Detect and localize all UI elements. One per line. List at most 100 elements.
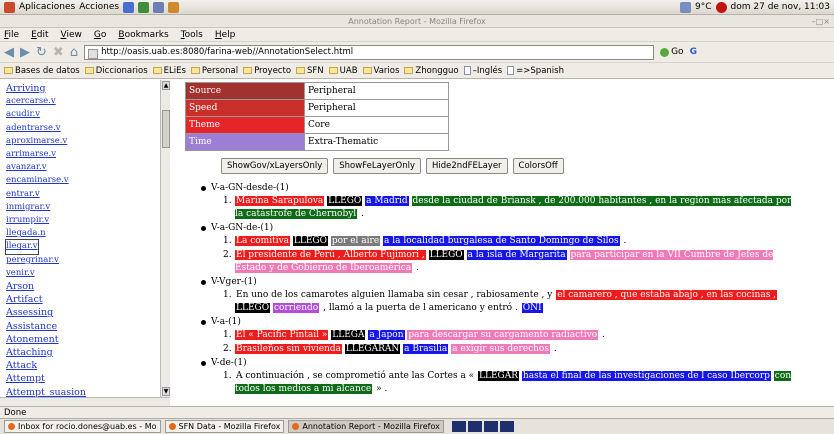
frame-list-link[interactable]: inmigrar.v <box>6 201 156 214</box>
menu-file[interactable]: File <box>4 28 19 41</box>
plain-segment: . <box>416 263 419 273</box>
actions-menu[interactable]: Acciones <box>79 2 119 12</box>
launcher-icon[interactable] <box>168 1 180 13</box>
plain-segment: . <box>361 209 364 219</box>
folder-icon <box>328 67 338 74</box>
frame-list-link[interactable]: Attempt_suasion <box>6 386 156 397</box>
fe-segment: LLEGARÁN <box>344 344 401 354</box>
fe-segment: LLEGÓ <box>428 250 464 260</box>
scroll-down-icon[interactable]: ▼ <box>162 387 170 396</box>
bookmark-folder[interactable]: Zhongguo <box>404 66 459 76</box>
window-controls-icon[interactable]: –□× <box>812 15 830 28</box>
frame-list-link[interactable]: acercarse.v <box>6 95 156 108</box>
frame-list-link[interactable]: Arson <box>6 280 156 293</box>
launcher-icon[interactable] <box>153 1 165 13</box>
frame-list-link[interactable]: peregrinar.v <box>6 254 156 267</box>
frame-list-link[interactable]: Assistance <box>6 320 156 333</box>
bookmark-link[interactable]: =>Spanish <box>507 66 564 76</box>
search-engine-icon[interactable]: G <box>690 47 697 57</box>
fe-segment: a exigir sus derechos <box>451 344 550 354</box>
frame-list-link[interactable]: Attack <box>6 359 156 372</box>
plain-segment: » . <box>376 384 388 394</box>
clock[interactable]: dom 27 de nov, 11:03 <box>731 2 834 12</box>
sidebar-horizontal-scrollbar[interactable] <box>0 397 170 406</box>
launcher-icon[interactable] <box>123 1 135 13</box>
go-button[interactable]: Go <box>660 47 684 57</box>
frame-list-link[interactable]: entrar.v <box>6 188 156 201</box>
sentence-number: 2. <box>223 250 232 260</box>
bookmark-folder[interactable]: Personal <box>190 66 238 76</box>
frame-list-link[interactable]: llegada.n <box>6 227 156 240</box>
frame-list-link[interactable]: Assessing <box>6 306 156 319</box>
thunderbird-icon <box>8 423 15 430</box>
taskbar-button[interactable]: Inbox for rocio.dones@uab.es - Mo <box>4 420 161 433</box>
folder-icon <box>243 67 253 74</box>
frame-list-link[interactable]: Atonement <box>6 333 156 346</box>
frame-list-link[interactable]: venir.v <box>6 267 156 280</box>
folder-icon <box>84 67 94 74</box>
workspace-switcher[interactable] <box>451 421 514 432</box>
forward-icon[interactable]: ▶ <box>20 46 30 59</box>
sidebar-scrollbar[interactable]: ▲ ▼ <box>160 80 170 397</box>
frame-list: Arriving acercarse.v acudir.v adentrarse.v a… <box>5 82 156 397</box>
bookmark-folder[interactable]: Varios <box>362 66 399 76</box>
frame-list-link[interactable]: aproximarse.v <box>6 135 156 148</box>
sentence-number: 1. <box>223 236 232 246</box>
fe-row: Theme Core <box>185 116 449 134</box>
frame-list-link[interactable]: avanzar.v <box>6 161 156 174</box>
fe-type: Extra-Thematic <box>304 133 449 151</box>
frame-list-link[interactable]: irrumpir.v <box>6 214 156 227</box>
launcher-icon[interactable] <box>138 1 150 13</box>
fe-segment: ONI <box>521 303 543 313</box>
plain-segment: . <box>623 236 627 246</box>
bookmark-folder[interactable]: ELiEs <box>152 66 186 76</box>
top-panel: Aplicaciones Acciones 9°C dom 27 de nov,… <box>0 0 834 15</box>
folder-icon <box>4 67 13 74</box>
frame-list-link[interactable]: Attempt <box>6 372 156 385</box>
frame-list-link[interactable]: llegar.v <box>5 239 39 255</box>
sentence-list: 1. Marina Sarapulova LLEGÓ a Madrid desde… <box>223 195 801 221</box>
plain-segment: . <box>553 344 557 354</box>
menu-edit[interactable]: Edit <box>31 28 48 41</box>
frame-list-link[interactable]: adentrarse.v <box>6 122 156 135</box>
annotated-sentence: 1. La comitiva LLEGÓ por el aire a la loc… <box>223 235 801 248</box>
bookmark-folder[interactable]: Diccionarios <box>84 66 148 76</box>
back-icon[interactable]: ◀ <box>4 46 14 59</box>
reload-icon[interactable]: ↻ <box>36 46 47 59</box>
bookmark-folder[interactable]: Bases de datos <box>4 66 80 76</box>
show-gov-layers-button[interactable]: ShowGov/xLayersOnly <box>221 158 329 174</box>
scrollbar-thumb[interactable] <box>162 110 170 148</box>
scroll-up-icon[interactable]: ▲ <box>162 81 170 90</box>
menu-go[interactable]: Go <box>94 28 107 41</box>
frame-list-link[interactable]: Artifact <box>6 293 156 306</box>
url-bar[interactable]: http://oasis.uab.es:8080/farina-web//Ann… <box>84 44 655 60</box>
menu-tools[interactable]: Tools <box>181 28 203 41</box>
fe-name: Time <box>185 133 305 151</box>
frame-list-link[interactable]: Arriving <box>6 82 156 95</box>
bookmark-link[interactable]: –Inglés <box>463 66 502 76</box>
fe-segment: LLEGÓ <box>292 236 328 246</box>
show-fe-layer-button[interactable]: ShowFeLayerOnly <box>333 158 422 174</box>
stop-icon[interactable]: ✖ <box>53 46 64 59</box>
frame-list-link[interactable]: Attaching <box>6 346 156 359</box>
hide-2nd-fe-layer-button[interactable]: Hide2ndFELayer <box>426 158 508 174</box>
bookmark-folder[interactable]: Proyecto <box>243 66 291 76</box>
menu-view[interactable]: View <box>61 28 82 41</box>
frame-list-link[interactable]: arrimarse.v <box>6 148 156 161</box>
applications-menu[interactable]: Aplicaciones <box>19 2 75 12</box>
taskbar-button[interactable]: SFN Data - Mozilla Firefox <box>164 420 285 433</box>
bookmark-folder[interactable]: SFN <box>296 66 324 76</box>
annotated-sentence: 1. A continuación , se comprometió ante l… <box>223 370 801 396</box>
colors-off-button[interactable]: ColorsOff <box>512 158 564 174</box>
menu-bookmarks[interactable]: Bookmarks <box>118 28 168 41</box>
frame-list-link[interactable]: acudir.v <box>6 108 156 121</box>
frame-list-link[interactable]: encaminarse.v <box>6 174 156 187</box>
annotated-sentence: 2. Brasileños sin vivienda LLEGARÁN a Bra… <box>223 343 801 356</box>
taskbar-button-active[interactable]: Annotation Report - Mozilla Firefox <box>288 420 444 433</box>
bookmark-folder[interactable]: UAB <box>328 66 358 76</box>
sentence-number: 1. <box>223 290 232 300</box>
menu-help[interactable]: Help <box>215 28 236 41</box>
home-icon[interactable]: ⌂ <box>70 46 78 59</box>
power-icon[interactable] <box>715 1 727 13</box>
fe-row: Time Extra-Thematic <box>185 133 449 151</box>
